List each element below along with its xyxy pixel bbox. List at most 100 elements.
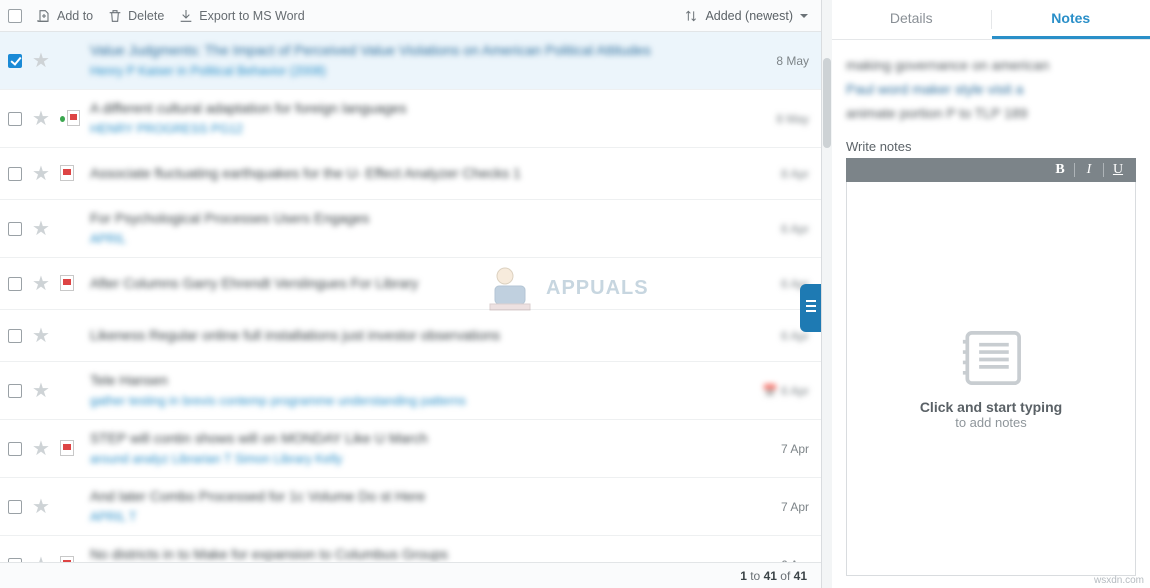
notebook-icon bbox=[954, 328, 1028, 391]
tab-details[interactable]: Details bbox=[832, 0, 991, 39]
sort-button[interactable]: Added (newest) bbox=[679, 8, 813, 24]
pdf-icon bbox=[60, 275, 74, 291]
row-subtitle: HENRY PROGRESS PG12 bbox=[90, 120, 739, 139]
scrollbar[interactable] bbox=[822, 0, 832, 588]
row-subtitle: around analyz Librarian T Simon Library … bbox=[90, 450, 739, 469]
list-item[interactable]: ★ No districts in to Make for expansion t… bbox=[0, 536, 821, 562]
row-indicator bbox=[60, 327, 80, 345]
list-item[interactable]: ★ After Columns Garry Ehrendt Verslingues… bbox=[0, 258, 821, 310]
notes-empty-sub: to add notes bbox=[920, 415, 1062, 430]
side-handle[interactable] bbox=[800, 284, 821, 332]
row-checkbox[interactable] bbox=[8, 442, 22, 456]
sort-label: Added (newest) bbox=[705, 9, 793, 23]
list-item[interactable]: ★ And later Combo Processed for 1c Volume… bbox=[0, 478, 821, 536]
row-subtitle: APRIL bbox=[90, 230, 739, 249]
row-indicator bbox=[60, 52, 80, 70]
row-date: 7 Apr bbox=[749, 442, 809, 456]
star-icon[interactable]: ★ bbox=[32, 109, 50, 129]
row-body: No districts in to Make for expansion to… bbox=[90, 544, 739, 562]
row-body: Likeness Regular online full installatio… bbox=[90, 325, 739, 347]
row-body: For Psychological Processes Users Engage… bbox=[90, 208, 739, 249]
row-subtitle: APRIL T bbox=[90, 508, 739, 527]
list-item[interactable]: ★ Tele Hansengather testing in brevis con… bbox=[0, 362, 821, 420]
sort-icon bbox=[683, 8, 699, 24]
star-icon[interactable]: ★ bbox=[32, 51, 50, 71]
star-icon[interactable]: ★ bbox=[32, 219, 50, 239]
pager: 1 to 41 of 41 bbox=[0, 562, 821, 588]
row-checkbox[interactable] bbox=[8, 500, 22, 514]
tab-notes[interactable]: Notes bbox=[992, 0, 1150, 39]
row-title: Associate fluctuating earthquakes for th… bbox=[90, 163, 739, 185]
row-indicator bbox=[60, 440, 80, 458]
list-item[interactable]: ★ STEP will contin shows will on MONDAY L… bbox=[0, 420, 821, 478]
list-item[interactable]: ★ For Psychological Processes Users Engag… bbox=[0, 200, 821, 258]
row-date: 6 Apr bbox=[749, 329, 809, 343]
pdf-icon bbox=[60, 165, 74, 181]
chevron-down-icon bbox=[799, 11, 809, 21]
bold-button[interactable]: B bbox=[1048, 162, 1072, 178]
row-date: 6 Apr bbox=[749, 558, 809, 562]
row-title: No districts in to Make for expansion to… bbox=[90, 544, 739, 562]
row-title: STEP will contin shows will on MONDAY Li… bbox=[90, 428, 739, 450]
star-icon[interactable]: ★ bbox=[32, 555, 50, 562]
row-body: STEP will contin shows will on MONDAY Li… bbox=[90, 428, 739, 469]
row-indicator bbox=[60, 382, 80, 400]
row-date: 8 Apr bbox=[749, 167, 809, 181]
row-date: 📅 6 Apr bbox=[749, 384, 809, 398]
row-subtitle: gather testing in brevis contemp program… bbox=[90, 392, 739, 411]
row-title: And later Combo Processed for 1c Volume … bbox=[90, 486, 739, 508]
row-title: Likeness Regular online full installatio… bbox=[90, 325, 739, 347]
side-panel: Details Notes making governance on ameri… bbox=[832, 0, 1150, 588]
select-all-checkbox[interactable] bbox=[8, 9, 22, 23]
row-checkbox[interactable] bbox=[8, 112, 22, 126]
list-item[interactable]: ★ Likeness Regular online full installati… bbox=[0, 310, 821, 362]
export-label: Export to MS Word bbox=[199, 9, 304, 23]
add-to-button[interactable]: Add to bbox=[36, 8, 93, 24]
row-title: Tele Hansen bbox=[90, 370, 739, 392]
underline-button[interactable]: U bbox=[1106, 162, 1130, 178]
row-checkbox[interactable] bbox=[8, 558, 22, 562]
add-to-label: Add to bbox=[57, 9, 93, 23]
write-notes-label: Write notes bbox=[846, 139, 1136, 154]
delete-button[interactable]: Delete bbox=[107, 8, 164, 24]
italic-button[interactable]: I bbox=[1077, 162, 1101, 178]
row-date: 8 May bbox=[749, 112, 809, 126]
row-checkbox[interactable] bbox=[8, 54, 22, 68]
row-checkbox[interactable] bbox=[8, 222, 22, 236]
list-item[interactable]: ★ A different cultural adaptation for for… bbox=[0, 90, 821, 148]
row-body: A different cultural adaptation for fore… bbox=[90, 98, 739, 139]
row-body: After Columns Garry Ehrendt Verslingues … bbox=[90, 273, 739, 295]
row-date: 7 Apr bbox=[749, 500, 809, 514]
row-checkbox[interactable] bbox=[8, 329, 22, 343]
add-to-icon bbox=[36, 8, 52, 24]
row-checkbox[interactable] bbox=[8, 167, 22, 181]
list-item[interactable]: ★ Associate fluctuating earthquakes for t… bbox=[0, 148, 821, 200]
notes-editor[interactable]: Click and start typing to add notes bbox=[846, 182, 1136, 576]
reference-preview: making governance on american Paul word … bbox=[846, 54, 1136, 125]
row-indicator bbox=[60, 556, 80, 562]
row-indicator bbox=[60, 498, 80, 516]
scrollbar-thumb[interactable] bbox=[823, 58, 831, 148]
list-item[interactable]: ★ Value Judgments: The Impact of Perceive… bbox=[0, 32, 821, 90]
star-icon[interactable]: ★ bbox=[32, 164, 50, 184]
star-icon[interactable]: ★ bbox=[32, 497, 50, 517]
notes-empty-main: Click and start typing bbox=[920, 399, 1062, 415]
star-icon[interactable]: ★ bbox=[32, 274, 50, 294]
row-body: Value Judgments: The Impact of Perceived… bbox=[90, 40, 739, 81]
star-icon[interactable]: ★ bbox=[32, 381, 50, 401]
pdf-icon bbox=[60, 556, 74, 562]
export-button[interactable]: Export to MS Word bbox=[178, 8, 304, 24]
side-tabs: Details Notes bbox=[832, 0, 1150, 40]
row-title: A different cultural adaptation for fore… bbox=[90, 98, 739, 120]
row-body: Tele Hansengather testing in brevis cont… bbox=[90, 370, 739, 411]
row-date: 8 May bbox=[749, 54, 809, 68]
row-indicator bbox=[60, 165, 80, 183]
row-indicator bbox=[60, 110, 80, 128]
credit: wsxdn.com bbox=[1094, 575, 1144, 586]
star-icon[interactable]: ★ bbox=[32, 439, 50, 459]
row-checkbox[interactable] bbox=[8, 277, 22, 291]
row-checkbox[interactable] bbox=[8, 384, 22, 398]
star-icon[interactable]: ★ bbox=[32, 326, 50, 346]
row-body: And later Combo Processed for 1c Volume … bbox=[90, 486, 739, 527]
row-date: 6 Apr bbox=[749, 222, 809, 236]
